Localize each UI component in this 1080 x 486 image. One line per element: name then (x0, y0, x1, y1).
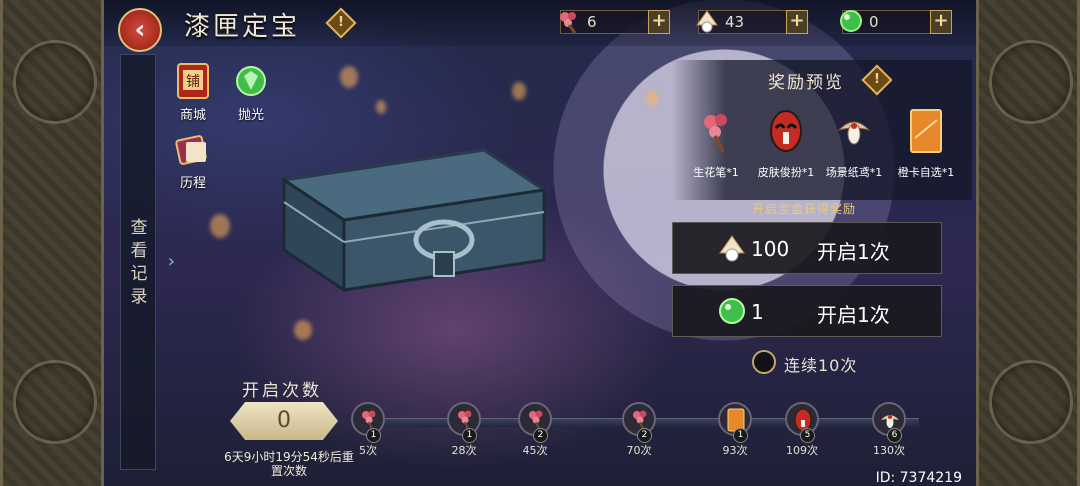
view-history-tab[interactable]: 查看记录 › (120, 54, 175, 470)
open-once-jade-button[interactable]: 1 开启1次 (672, 285, 942, 337)
milestone-qty: 1 (366, 428, 381, 443)
currency-value: 0 (869, 13, 879, 31)
reward-item-label: 场景纸鸢*1 (825, 166, 883, 179)
milestone-label: 70次 (626, 444, 652, 457)
info-button[interactable]: ! (325, 7, 357, 39)
top-bar: ‹ 漆匣定宝 ! 6 + 43 + 0 + (104, 0, 976, 52)
milestone-reward[interactable]: 5 109次 (777, 402, 827, 458)
flower-brush-icon (704, 114, 727, 153)
jade-orb-icon (840, 10, 862, 32)
fan-icon (719, 235, 745, 262)
shortcut-label: 抛光 (237, 108, 264, 123)
scroll-icon (175, 135, 207, 165)
info-icon: ! (338, 15, 344, 30)
milestone-reward[interactable]: 1 5次 (343, 402, 393, 458)
dragon-medallion-icon (989, 40, 1073, 124)
reward-info-button[interactable]: ! (861, 64, 893, 96)
open-count-value: 0 (277, 408, 291, 433)
open-cost: 100 (751, 237, 790, 261)
milestone-label: 45次 (522, 444, 548, 457)
kite-icon (837, 121, 871, 145)
currency-value: 6 (587, 13, 597, 31)
flower-brush-icon (560, 12, 577, 34)
lantern-light (646, 90, 658, 106)
chevron-left-icon: ‹ (134, 15, 146, 45)
currency-jade-orb: 0 + (840, 10, 952, 34)
reward-preview-panel: 奖励预览 ! 生花笔*1 皮肤俊扮*1 场景纸鸢*1 橙卡自选*1 (672, 60, 972, 200)
open-label: 开启1次 (817, 303, 890, 327)
lantern-light (376, 100, 386, 114)
milestone-label: 5次 (359, 444, 377, 457)
jade-orb-icon (719, 298, 745, 324)
open-label: 开启1次 (817, 240, 890, 264)
open-reward-caption: 开启宝盒获得奖励 (752, 202, 857, 216)
orange-card-icon (910, 109, 942, 153)
shop-sign-icon: 铺 (177, 63, 209, 99)
fan-icon (696, 10, 718, 33)
reward-item[interactable]: 橙卡自选*1 (894, 108, 958, 180)
milestone-label: 93次 (722, 444, 748, 457)
info-icon: ! (874, 72, 880, 87)
polish-shortcut[interactable]: 抛光 (226, 62, 276, 123)
page-title: 漆匣定宝 (184, 12, 301, 42)
milestone-qty: 2 (637, 428, 652, 443)
open-count-title: 开启次数 (242, 381, 322, 401)
opera-mask-icon (770, 110, 802, 152)
dragon-medallion-icon (13, 40, 97, 124)
add-currency-button[interactable]: + (786, 10, 808, 34)
open-cost: 1 (751, 300, 764, 324)
shop-shortcut[interactable]: 铺 商城 (168, 62, 218, 123)
back-button[interactable]: ‹ (118, 8, 162, 52)
reward-item[interactable]: 场景纸鸢*1 (822, 108, 886, 180)
milestone-reward[interactable]: 6 130次 (864, 402, 914, 458)
milestone-label: 109次 (786, 444, 818, 457)
jade-orb-icon (236, 66, 266, 96)
currency-flower-brush: 6 + (560, 10, 670, 34)
dragon-medallion-icon (989, 360, 1073, 444)
milestone-qty: 6 (887, 428, 902, 443)
milestone-label: 130次 (873, 444, 905, 457)
svg-text:铺: 铺 (186, 74, 200, 90)
reward-item[interactable]: 生花笔*1 (684, 108, 748, 180)
milestone-reward[interactable]: 1 28次 (439, 402, 489, 458)
milestone-qty: 2 (533, 428, 548, 443)
continuous-radio[interactable] (752, 350, 776, 374)
reset-countdown: 6天9小时19分54秒后重置次数 (224, 450, 354, 478)
milestone-reward[interactable]: 1 93次 (710, 402, 760, 458)
reward-item-label: 生花笔*1 (693, 166, 739, 179)
shortcut-label: 历程 (179, 176, 206, 191)
add-currency-button[interactable]: + (648, 10, 670, 34)
milestone-qty: 1 (462, 428, 477, 443)
lantern-light (340, 66, 358, 88)
left-decor-panel (0, 0, 104, 486)
open-once-fan-button[interactable]: 100 开启1次 (672, 222, 942, 274)
currency-fan: 43 + (696, 10, 808, 34)
open-count-badge: 0 (230, 402, 338, 440)
shortcut-label: 商城 (179, 108, 206, 123)
main-scene: ‹ 漆匣定宝 ! 6 + 43 + 0 + 查看记录 › 铺 商城 抛光 历程 … (104, 0, 976, 486)
milestone-reward[interactable]: 2 70次 (614, 402, 664, 458)
right-decor-panel (976, 0, 1080, 486)
milestone-reward[interactable]: 2 45次 (510, 402, 560, 458)
add-currency-button[interactable]: + (930, 10, 952, 34)
milestone-qty: 1 (733, 428, 748, 443)
milestone-label: 28次 (451, 444, 477, 457)
currency-value: 43 (725, 13, 745, 31)
chevron-right-icon: › (167, 251, 175, 272)
continuous-label: 连续10次 (784, 356, 858, 375)
lantern-light (512, 82, 526, 100)
reward-item-label: 橙卡自选*1 (897, 166, 955, 179)
reward-item[interactable]: 皮肤俊扮*1 (754, 108, 818, 180)
milestone-qty: 5 (800, 428, 815, 443)
lantern-light (210, 214, 230, 238)
history-shortcut[interactable]: 历程 (168, 130, 218, 191)
reward-preview-title: 奖励预览 (768, 73, 844, 93)
dragon-medallion-icon (13, 360, 97, 444)
lantern-light (294, 320, 312, 340)
view-history-label: 查看记录 (130, 218, 148, 307)
player-id: ID: 7374219 (875, 470, 962, 486)
lacquer-box-icon (279, 148, 549, 293)
reward-item-label: 皮肤俊扮*1 (757, 166, 815, 179)
